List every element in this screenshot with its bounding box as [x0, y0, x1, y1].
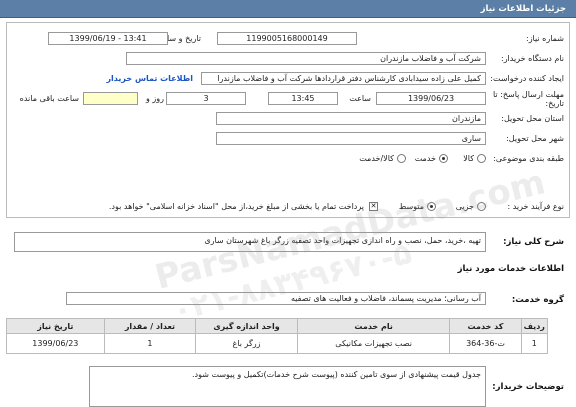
summary-field: تهیه ،خرید، حمل، نصب و راه اندازی تجهیزا… [14, 232, 486, 252]
buyer-notes-field: جدول قیمت پیشنهادی از سوی تامین کننده (پ… [89, 366, 486, 407]
col-row-header: ردیف [520, 318, 549, 334]
cell-qty: 1 [103, 333, 197, 354]
request-creator-label: ایجاد کننده درخواست: [490, 74, 564, 83]
col-unit-header: واحد اندازه گیری [195, 318, 298, 334]
buyer-notes-label: توضیحات خریدار: [492, 382, 564, 392]
category-radio-service[interactable] [439, 154, 448, 163]
category-option-goods: کالا [463, 154, 474, 163]
cell-row: 1 [520, 333, 549, 354]
buyer-name-field: شرکت آب و فاضلاب مازندران [126, 52, 486, 65]
table-row: 1 ت-36-364 نصب تجهیزات مکانیکی زرگر باغ … [6, 333, 549, 354]
remaining-days-field: 3 [166, 92, 246, 105]
process-option-minor: جزیی [455, 202, 474, 211]
treasury-payment-note: پرداخت تمام یا بخشی از مبلغ خرید،از محل … [108, 202, 364, 211]
remaining-hours-field [83, 92, 138, 105]
services-info-title: اطلاعات خدمات مورد نیاز [457, 264, 564, 274]
page-header: جزئیات اطلاعات نیاز [0, 0, 576, 18]
request-creator-field: کمیل علی زاده سیدابادی کارشناس دفتر قرار… [201, 72, 486, 85]
col-qty-header: تعداد / مقدار [103, 318, 197, 334]
services-table: ردیف کد خدمت نام خدمت واحد اندازه گیری ت… [6, 318, 549, 354]
category-label: طبقه بندی موضوعی: [493, 154, 564, 163]
col-code-header: کد خدمت [449, 318, 522, 334]
deadline-hour-label: ساعت [349, 94, 371, 103]
remaining-hours-label: ساعت باقی مانده [19, 94, 79, 103]
deadline-label: مهلت ارسال پاسخ: تا تاریخ: [492, 90, 564, 108]
province-field: مازندران [216, 112, 486, 125]
deadline-date-field: 1399/06/23 [376, 92, 486, 105]
cell-code: ت-36-364 [449, 333, 522, 354]
category-radio-goods-service[interactable] [397, 154, 406, 163]
treasury-payment-checkbox[interactable]: ✕ [369, 202, 378, 211]
city-field: ساری [216, 132, 486, 145]
deadline-time-field: 13:45 [268, 92, 338, 105]
service-group-field: آب رسانی؛ مدیریت پسماند، فاضلاب و فعالیت… [66, 292, 486, 305]
category-option-service: خدمت [414, 154, 436, 163]
category-radio-goods[interactable] [477, 154, 486, 163]
process-radio-minor[interactable] [477, 202, 486, 211]
announce-date-field: 1399/06/19 - 13:41 [48, 32, 168, 45]
remaining-days-label: روز و [146, 94, 164, 103]
cell-date: 1399/06/23 [6, 333, 105, 354]
process-type-label: نوع فرآیند خرید : [507, 202, 564, 211]
col-name-header: نام خدمت [296, 318, 451, 334]
city-label: شهر محل تحویل: [506, 134, 564, 143]
col-date-header: تاریخ نیاز [6, 318, 105, 334]
service-group-label: گروه خدمت: [511, 295, 564, 305]
table-header-row: ردیف کد خدمت نام خدمت واحد اندازه گیری ت… [6, 318, 549, 334]
buyer-contact-link[interactable]: اطلاعات تماس خریدار [106, 74, 193, 83]
province-label: استان محل تحویل: [501, 114, 564, 123]
category-option-goods-service: کالا/خدمت [359, 154, 394, 163]
cell-name: نصب تجهیزات مکانیکی [296, 333, 451, 354]
need-number-label: شماره نیاز: [526, 34, 564, 43]
need-number-field: 1199005168000149 [217, 32, 357, 45]
buyer-name-label: نام دستگاه خریدار: [501, 54, 564, 63]
process-radio-medium[interactable] [427, 202, 436, 211]
cell-unit: زرگر باغ [195, 333, 298, 354]
summary-label: شرح کلی نیاز: [503, 237, 564, 247]
process-option-medium: متوسط [398, 202, 424, 211]
